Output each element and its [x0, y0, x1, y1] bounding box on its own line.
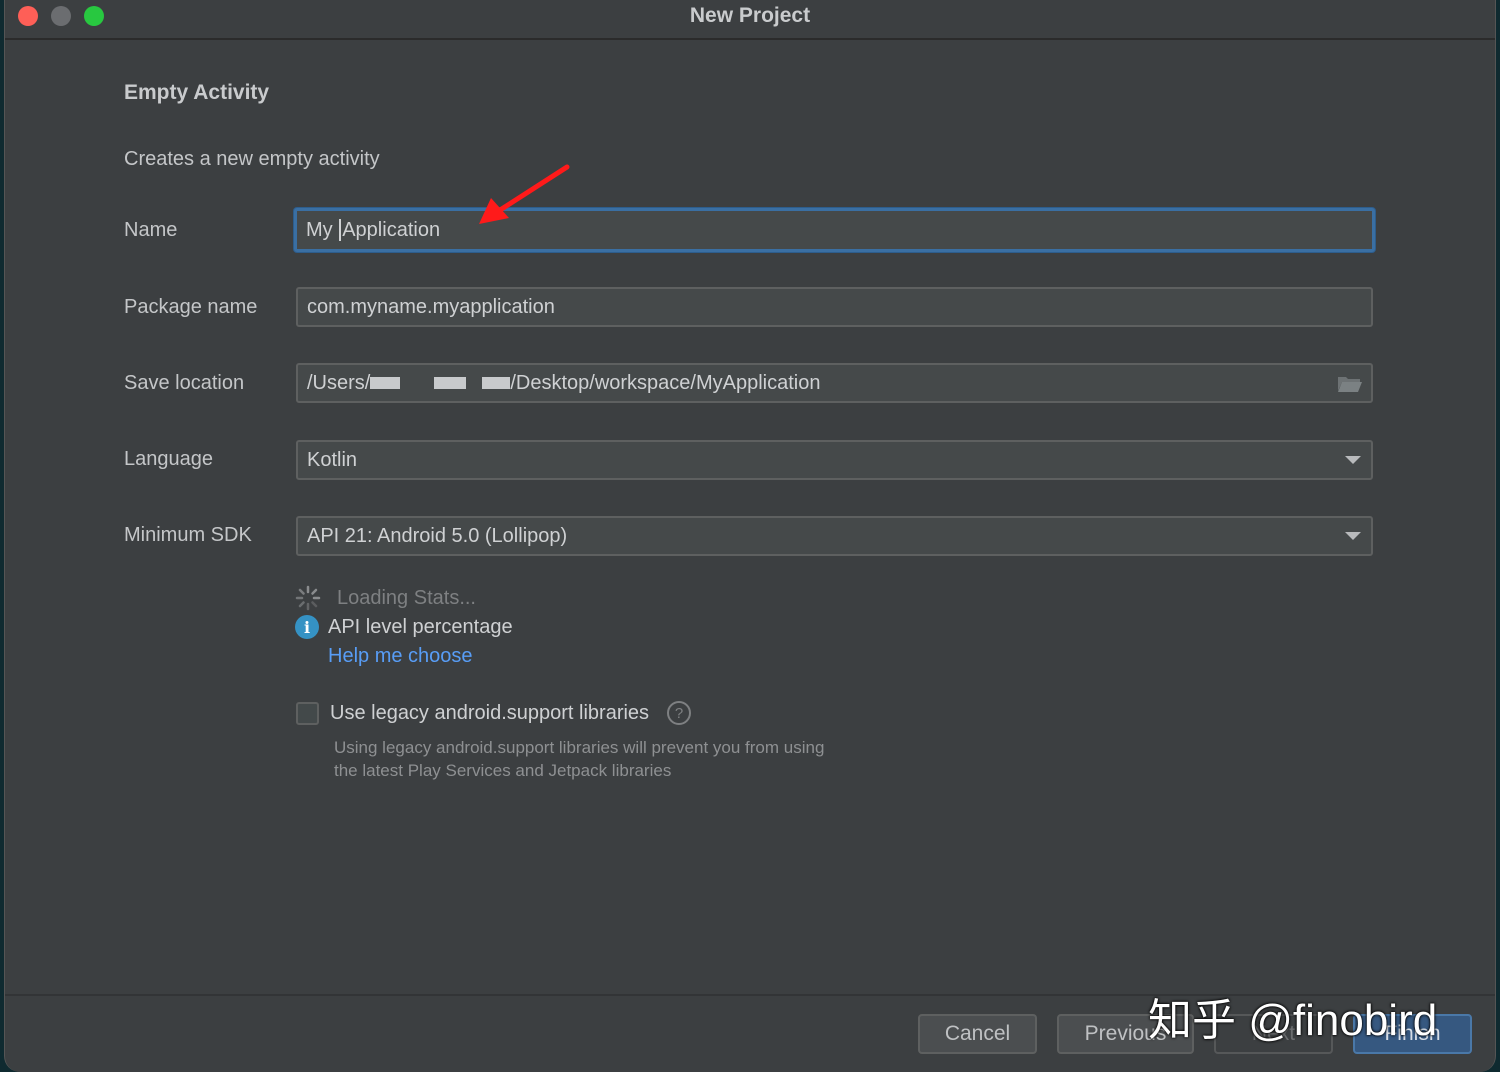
save-location-suffix: /Desktop/workspace/MyApplication — [510, 371, 821, 394]
legacy-description-line: the latest Play Services and Jetpack lib… — [334, 761, 672, 780]
legacy-libraries-label[interactable]: Use legacy android.support libraries — [330, 702, 649, 725]
text-caret — [339, 219, 342, 242]
chevron-down-icon — [1345, 532, 1361, 540]
name-label: Name — [124, 219, 178, 241]
minimum-sdk-value: API 21: Android 5.0 (Lollipop) — [307, 524, 568, 547]
template-heading: Empty Activity — [124, 81, 270, 104]
info-icon: i — [295, 615, 319, 639]
loading-stats-text: Loading Stats... — [337, 586, 476, 609]
loading-stats: Loading Stats... — [295, 585, 476, 611]
legacy-description-line: Using legacy android.support libraries w… — [334, 738, 825, 757]
package-name-label: Package name — [124, 296, 258, 318]
save-location-input[interactable]: /Users/ /Desktop/workspace/MyApplication — [296, 363, 1373, 403]
api-level-info: i API level percentage — [295, 615, 513, 639]
legacy-libraries-description: Using legacy android.support libraries w… — [334, 736, 824, 782]
language-dropdown[interactable]: Kotlin — [296, 440, 1373, 480]
language-label: Language — [124, 448, 213, 470]
help-question-icon[interactable]: ? — [667, 701, 692, 725]
name-input[interactable]: My Application — [294, 208, 1375, 252]
save-location-prefix: /Users/ — [307, 371, 371, 394]
package-name-value: com.myname.myapplication — [307, 295, 555, 318]
language-value: Kotlin — [307, 448, 358, 471]
previous-button[interactable]: Previous — [1057, 1014, 1194, 1054]
name-text-before-caret: My — [306, 218, 339, 241]
cancel-button[interactable]: Cancel — [918, 1014, 1037, 1054]
redacted-block — [434, 377, 467, 390]
name-input-value: My Application — [306, 219, 440, 242]
save-location-value: /Users/ /Desktop/workspace/MyApplication — [307, 372, 820, 395]
redacted-block — [370, 377, 401, 390]
spinner-icon — [295, 585, 321, 611]
name-text-after-caret: Application — [342, 218, 441, 241]
chevron-down-icon — [1345, 456, 1361, 464]
redacted-block — [482, 377, 511, 390]
finish-button[interactable]: Finish — [1353, 1014, 1472, 1054]
save-location-label: Save location — [124, 372, 245, 394]
legacy-libraries-option: Use legacy android.support libraries ? — [296, 701, 692, 725]
title-bar: New Project — [5, 0, 1495, 40]
help-me-choose-link[interactable]: Help me choose — [328, 645, 473, 668]
new-project-dialog: New Project Empty Activity Creates a new… — [4, 0, 1496, 1072]
window-title: New Project — [689, 4, 811, 27]
folder-icon[interactable] — [1337, 374, 1363, 394]
api-level-text: API level percentage — [328, 615, 513, 638]
minimum-sdk-label: Minimum SDK — [124, 524, 252, 546]
footer-divider — [5, 994, 1495, 996]
minimum-sdk-dropdown[interactable]: API 21: Android 5.0 (Lollipop) — [296, 516, 1373, 556]
template-description: Creates a new empty activity — [124, 148, 380, 170]
package-name-input[interactable]: com.myname.myapplication — [296, 287, 1373, 327]
legacy-libraries-checkbox[interactable] — [296, 701, 319, 725]
next-button[interactable]: Next — [1214, 1014, 1333, 1054]
